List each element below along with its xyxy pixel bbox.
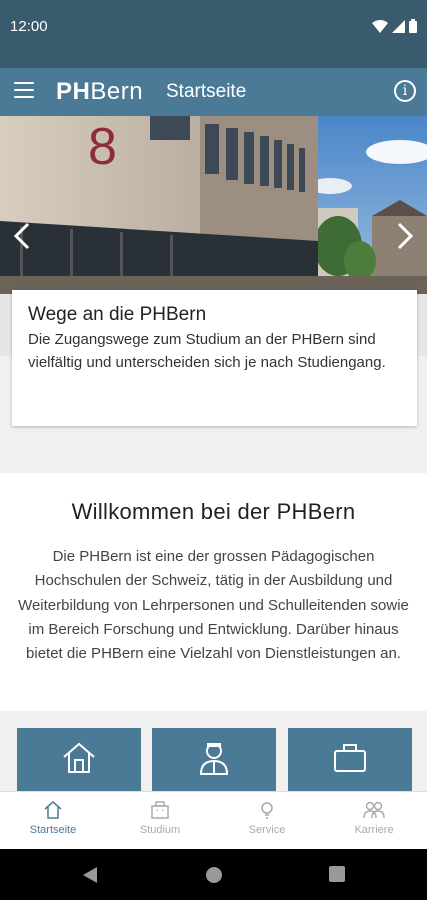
welcome-section: Willkommen bei der PHBern Die PHBern ist… xyxy=(0,473,427,711)
menu-icon[interactable] xyxy=(14,82,34,102)
recents-icon[interactable] xyxy=(329,866,345,882)
nav-label-karriere: Karriere xyxy=(354,824,394,836)
status-time: 12:00 xyxy=(10,18,48,35)
building-icon xyxy=(151,801,169,819)
briefcase-icon xyxy=(334,744,366,772)
tile-row xyxy=(0,711,427,798)
status-icons xyxy=(372,19,417,33)
tile-person[interactable] xyxy=(152,728,276,798)
wifi-icon xyxy=(372,19,388,33)
tile-career[interactable] xyxy=(288,728,412,798)
card-title: Wege an die PHBern xyxy=(28,304,207,325)
building-number: 8 xyxy=(88,118,117,176)
app-bar: PHBern Startseite i xyxy=(0,68,427,116)
bottom-nav: Startseite Studium Service Karriere xyxy=(0,791,427,849)
back-icon[interactable] xyxy=(82,866,98,884)
battery-icon xyxy=(409,19,417,33)
page-title: Startseite xyxy=(166,81,247,102)
home-button-icon[interactable] xyxy=(205,866,223,884)
info-card[interactable]: Wege an die PHBern Die Zugangswege zum S… xyxy=(12,290,417,426)
carousel-prev-icon[interactable] xyxy=(8,220,38,252)
phbern-logo: PHBern xyxy=(56,78,143,106)
tile-home[interactable] xyxy=(17,728,141,798)
nav-service[interactable]: Service xyxy=(214,792,320,850)
status-bar: 12:00 xyxy=(0,0,427,68)
signal-icon xyxy=(392,19,405,33)
info-icon[interactable]: i xyxy=(394,80,416,102)
welcome-title: Willkommen bei der PHBern xyxy=(71,499,356,524)
system-nav-bar xyxy=(0,849,427,900)
nav-karriere[interactable]: Karriere xyxy=(321,792,427,850)
welcome-text: Die PHBern ist eine der grossen Pädagogi… xyxy=(18,548,409,663)
person-icon xyxy=(199,743,229,775)
house-icon xyxy=(63,742,95,773)
nav-label-studium: Studium xyxy=(139,824,181,836)
nav-startseite[interactable]: Startseite xyxy=(0,792,106,850)
logo-bern: Bern xyxy=(90,78,144,105)
people-icon xyxy=(363,801,385,819)
nav-label-service: Service xyxy=(248,824,286,836)
carousel-next-icon[interactable] xyxy=(389,220,419,252)
home-icon xyxy=(44,801,62,819)
card-text: Die Zugangswege zum Studium an der PHBer… xyxy=(28,331,386,371)
nav-label-startseite: Startseite xyxy=(29,824,77,836)
lightbulb-icon xyxy=(261,802,273,819)
nav-studium[interactable]: Studium xyxy=(107,792,213,850)
logo-ph: PH xyxy=(56,78,91,105)
